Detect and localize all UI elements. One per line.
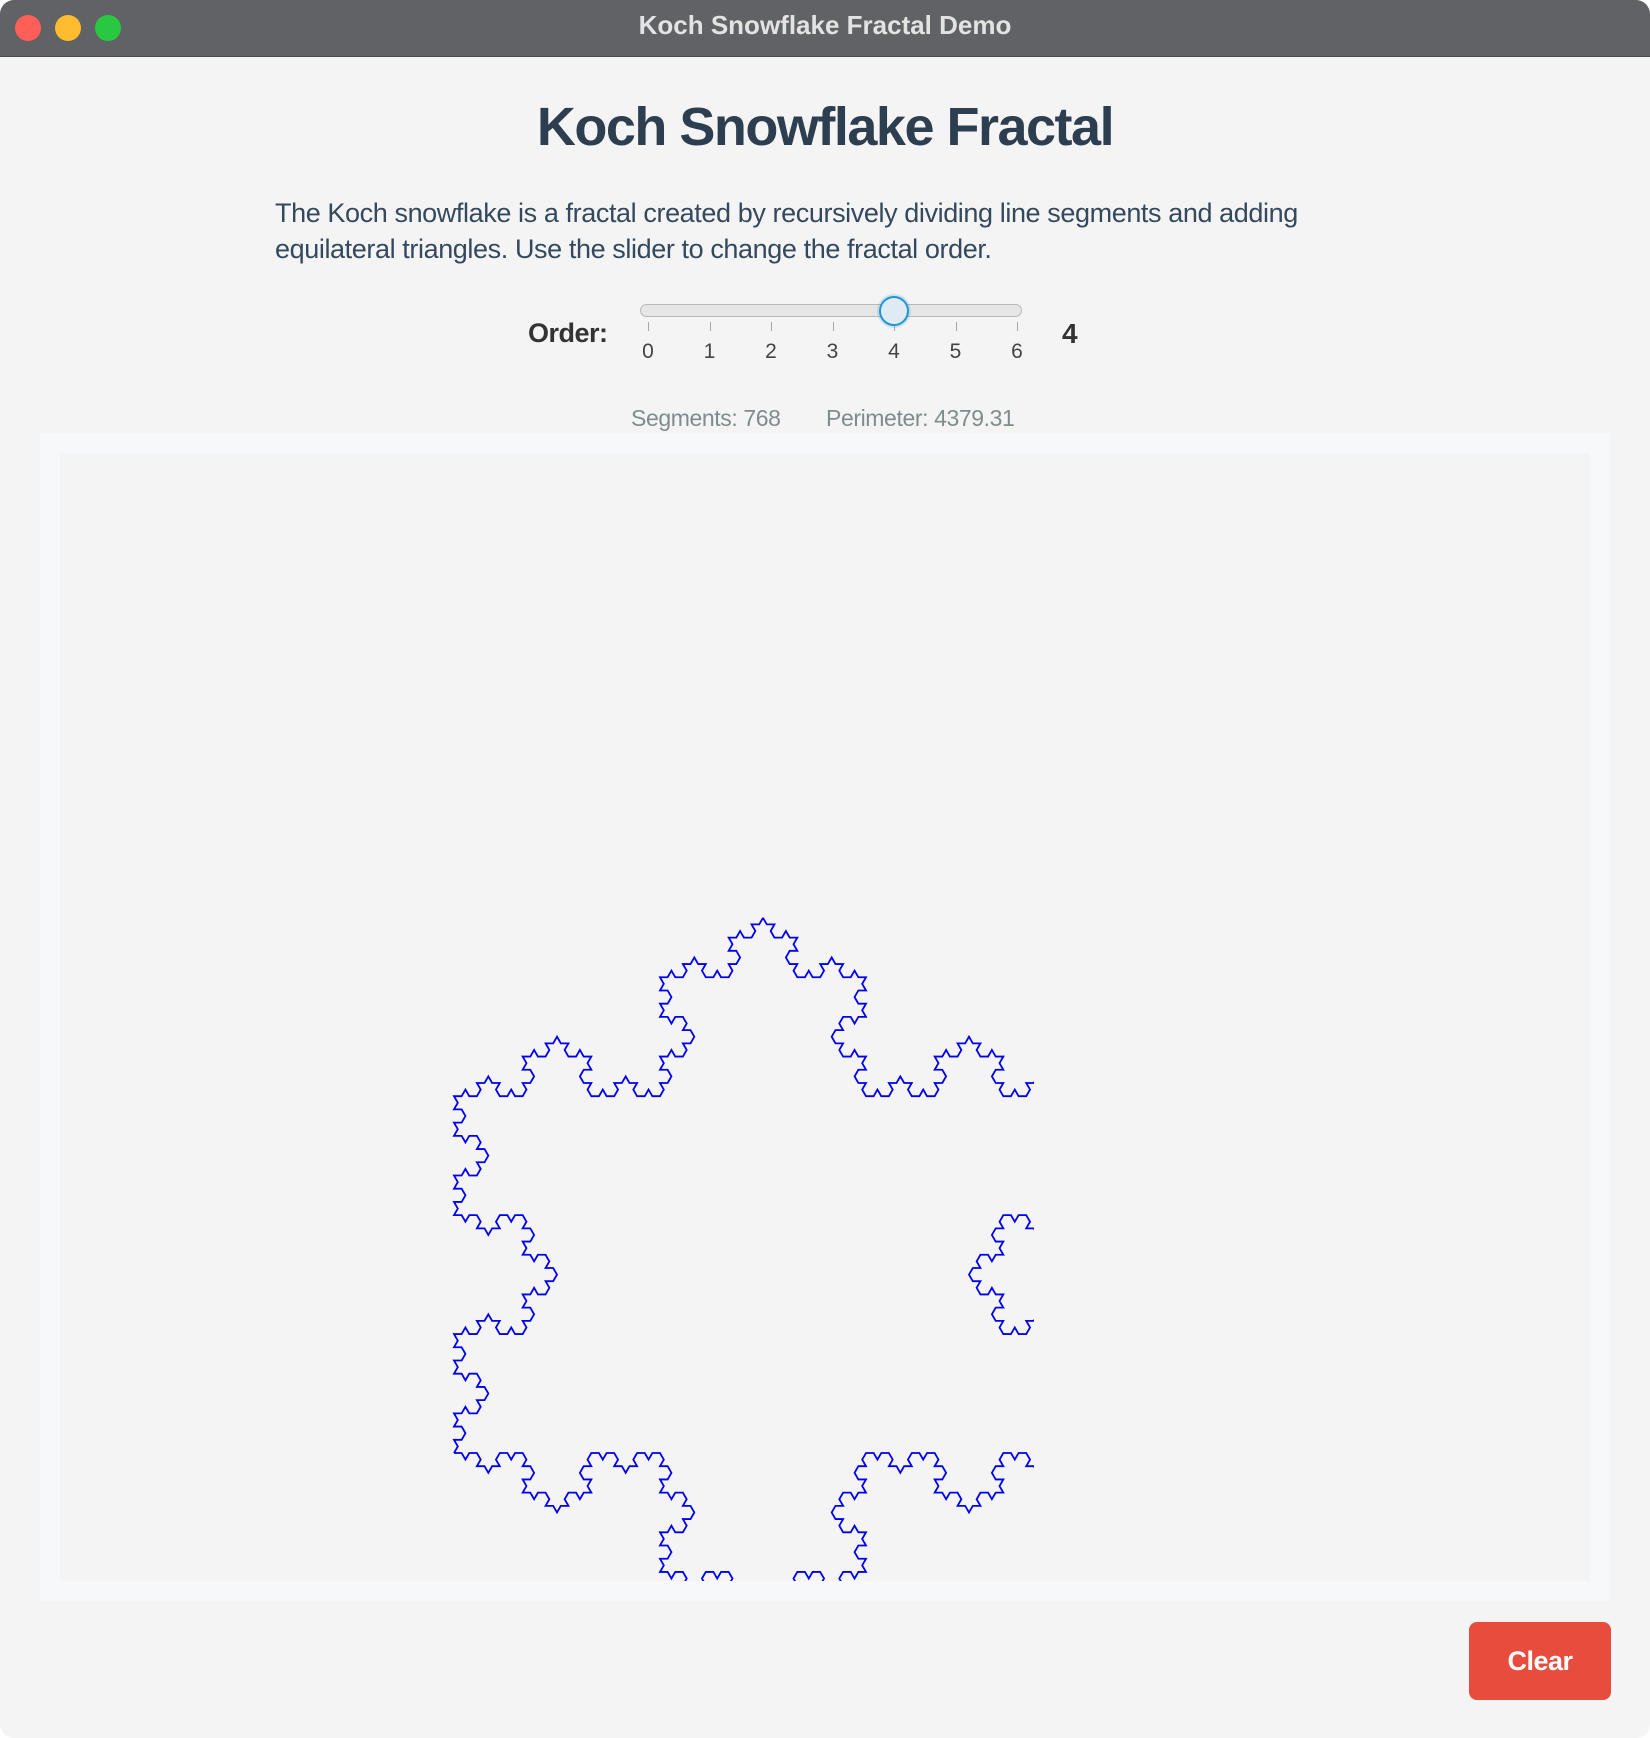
slider-tick-label: 1: [703, 340, 716, 363]
koch-edge-right: [762, 917, 1034, 1335]
slider-tick-label: 5: [949, 340, 962, 363]
page-title: Koch Snowflake Fractal: [536, 97, 1115, 157]
koch-edge-left: [452, 917, 764, 1454]
slider-tick: [771, 322, 772, 331]
fractal-canvas: [60, 453, 1590, 1581]
title-bar: Koch Snowflake Fractal Demo: [0, 0, 1650, 57]
order-slider-track[interactable]: [640, 304, 1022, 317]
slider-tick-label: 6: [1011, 340, 1023, 363]
clear-button[interactable]: Clear: [1469, 1622, 1611, 1700]
slider-tick: [648, 322, 649, 331]
segments-count: Segments: 768: [631, 405, 781, 431]
perimeter-value: Perimeter: 4379.31: [826, 405, 1015, 431]
slider-tick-label: 4: [888, 340, 900, 363]
slider-tick-label: 2: [765, 340, 777, 363]
app-window: Koch Snowflake Fractal Demo Koch Snowfla…: [0, 0, 1650, 1738]
order-label: Order:: [528, 318, 608, 348]
slider-tick: [709, 322, 711, 331]
slider-tick-label: 0: [642, 340, 654, 363]
order-value: 4: [1062, 318, 1078, 349]
window-title: Koch Snowflake Fractal Demo: [638, 10, 1012, 40]
slider-tick: [832, 322, 834, 331]
order-slider-thumb[interactable]: [879, 296, 909, 326]
slider-tick: [955, 322, 957, 331]
slider-tick-label: 3: [826, 340, 839, 363]
koch-edge-bottom: [454, 1452, 1034, 1581]
slider-tick: [1017, 322, 1018, 331]
koch-snowflake-drawing: [452, 917, 1034, 1581]
description-text: The Koch snowflake is a fractal created …: [275, 198, 1298, 264]
